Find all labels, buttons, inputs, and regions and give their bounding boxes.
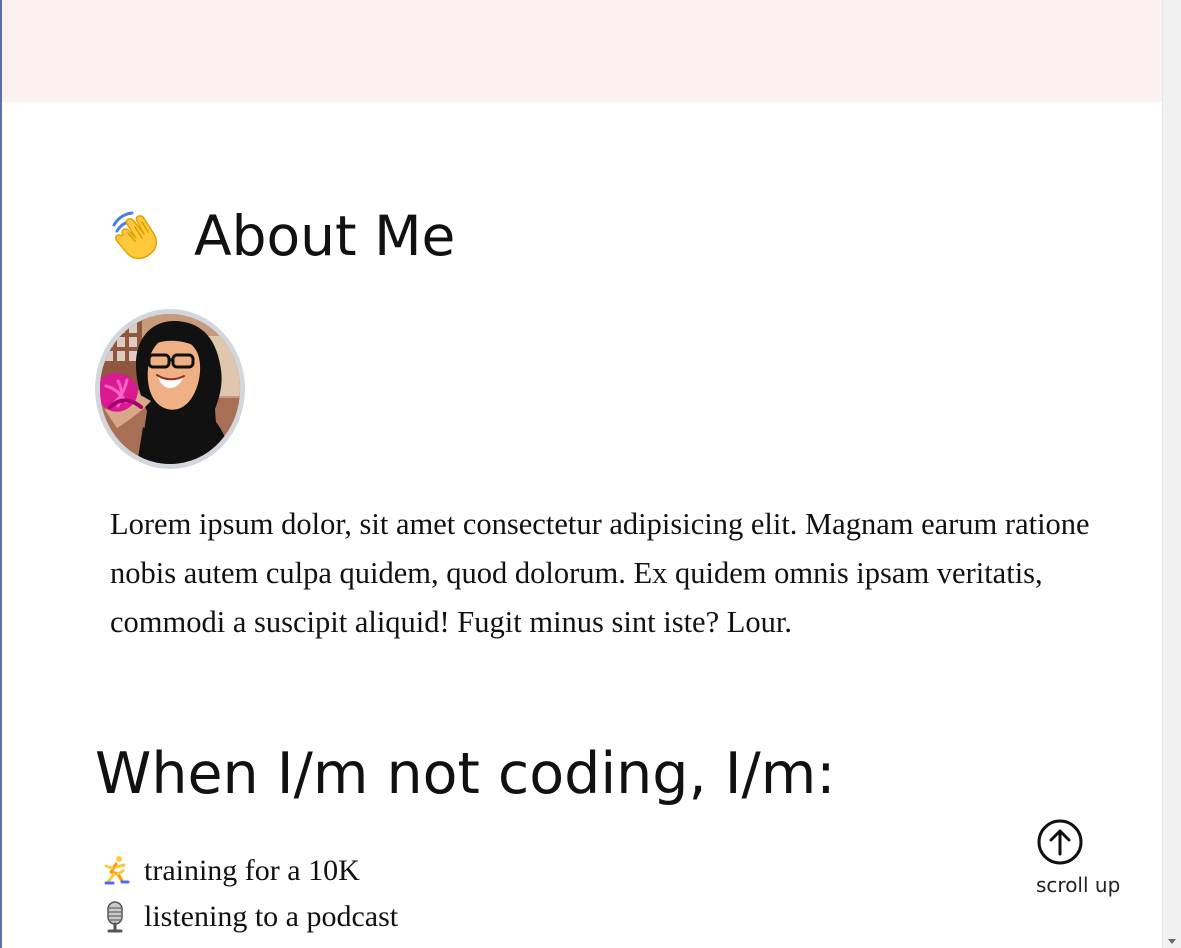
scroll-up-label: scroll up (1036, 873, 1121, 897)
hobby-list: training for a 10K listening to a podcas… (98, 848, 998, 948)
arrow-up-circle-icon (1037, 819, 1083, 865)
studio-microphone-icon (107, 901, 123, 933)
hobby-label: training for a 10K (144, 854, 360, 887)
about-me-heading: About Me (104, 204, 455, 268)
profile-avatar (95, 309, 245, 469)
about-me-title: About Me (194, 203, 456, 268)
list-item: listening to a podcast (98, 894, 998, 940)
about-bio-text: Lorem ipsum dolor, sit amet consectetur … (110, 507, 1090, 639)
hobbies-heading: When I/m not coding, I/m: (95, 741, 836, 807)
hobby-label: looking for the best bookstore in the ci… (144, 940, 631, 948)
pink-header-band (2, 0, 1162, 102)
list-item: looking for the best bookstore in the ci… (98, 940, 998, 948)
vertical-scrollbar[interactable] (1162, 0, 1181, 948)
scroll-down-arrow-icon[interactable] (1168, 939, 1176, 944)
portfolio-page: About Me Lorem ipsum dolor, sit amet con… (0, 0, 1181, 948)
list-item: training for a 10K (98, 848, 998, 894)
person-running-icon (104, 856, 130, 885)
hobby-label: listening to a podcast (144, 900, 399, 933)
profile-photo (100, 314, 240, 464)
scroll-up-button[interactable]: scroll up (1036, 818, 1130, 902)
waving-hand-icon (112, 211, 158, 260)
